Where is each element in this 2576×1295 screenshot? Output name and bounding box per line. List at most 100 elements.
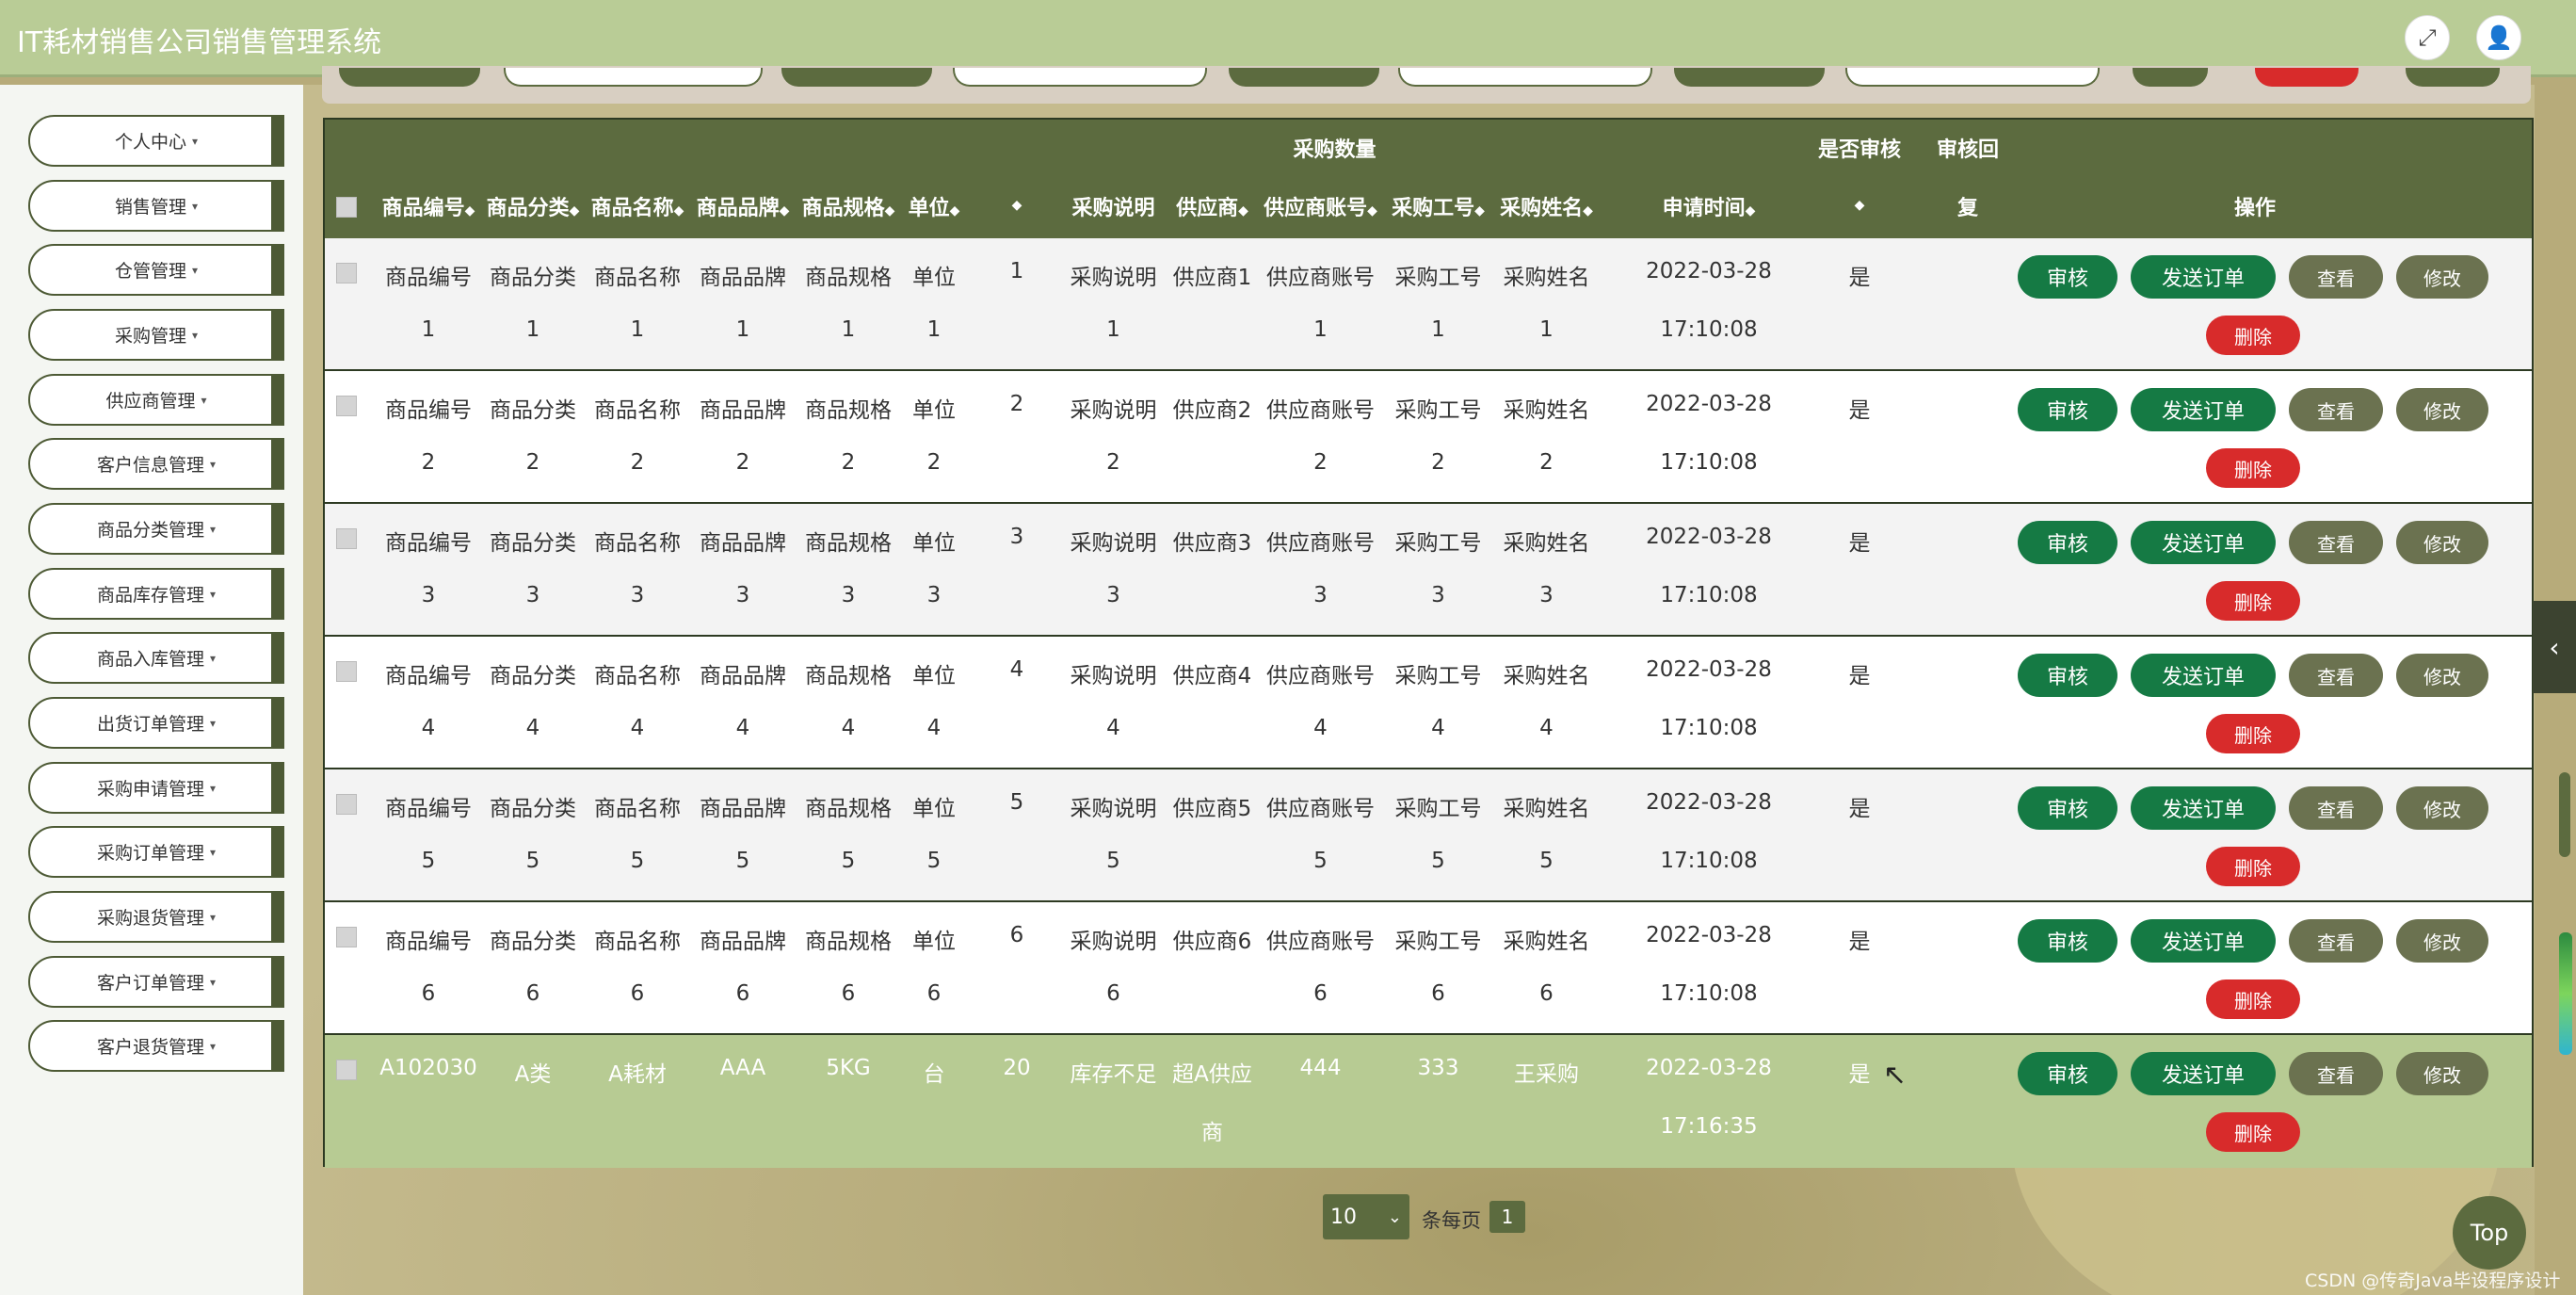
row-checkbox[interactable] — [336, 661, 357, 682]
row-checkbox[interactable] — [336, 396, 357, 416]
send-order-button[interactable]: 发送订单 — [2131, 654, 2276, 697]
sidebar-item-product-stock[interactable]: 商品库存管理 ▾ — [28, 568, 284, 620]
column-header-code[interactable]: 商品编号◆ — [376, 191, 481, 221]
send-order-button[interactable]: 发送订单 — [2131, 521, 2276, 564]
view-button[interactable]: 查看 — [2289, 255, 2383, 299]
cell-code: A102030 — [379, 1056, 477, 1080]
column-header-brand[interactable]: 商品品牌◆ — [690, 191, 796, 221]
sort-icon: ◆ — [1854, 198, 1865, 213]
audit-button[interactable]: 审核 — [2018, 919, 2117, 963]
sidebar-item-customer-orders[interactable]: 客户订单管理 ▾ — [28, 956, 284, 1008]
view-button[interactable]: 查看 — [2289, 919, 2383, 963]
edit-button[interactable]: 修改 — [2396, 521, 2488, 564]
audit-button[interactable]: 审核 — [2018, 786, 2117, 830]
edit-button[interactable]: 修改 — [2396, 919, 2488, 963]
send-order-button[interactable]: 发送订单 — [2131, 388, 2276, 431]
cell-desc: 3 — [1106, 583, 1120, 607]
batch-delete-button[interactable] — [2255, 68, 2359, 87]
search-input[interactable] — [1845, 68, 2100, 87]
column-header-supplier-account[interactable]: 供应商账号◆ — [1257, 191, 1384, 221]
sidebar-item-product-category[interactable]: 商品分类管理 ▾ — [28, 503, 284, 555]
add-button[interactable] — [2406, 68, 2500, 87]
back-to-top-button[interactable]: Top — [2453, 1196, 2526, 1270]
delete-button[interactable]: 删除 — [2206, 581, 2300, 621]
view-button[interactable]: 查看 — [2289, 388, 2383, 431]
send-order-button[interactable]: 发送订单 — [2131, 919, 2276, 963]
send-order-button[interactable]: 发送订单 — [2131, 255, 2276, 299]
sidebar-item-personal-center[interactable]: 个人中心 ▾ — [28, 115, 284, 167]
sidebar-item-purchase-orders[interactable]: 采购订单管理 ▾ — [28, 826, 284, 878]
send-order-button[interactable]: 发送订单 — [2131, 786, 2276, 830]
view-button[interactable]: 查看 — [2289, 654, 2383, 697]
column-header-staff-no[interactable]: 采购工号◆ — [1384, 191, 1492, 221]
cell-audited: 是 — [1848, 531, 1871, 556]
sidebar-item-shipment-orders[interactable]: 出货订单管理 ▾ — [28, 697, 284, 749]
chevron-down-icon: ▾ — [209, 522, 217, 536]
edit-button[interactable]: 修改 — [2396, 786, 2488, 830]
sidebar-item-product-inbound[interactable]: 商品入库管理 ▾ — [28, 632, 284, 684]
sidebar-item-sales[interactable]: 销售管理 ▾ — [28, 180, 284, 232]
sidebar-item-customer-info[interactable]: 客户信息管理 ▾ — [28, 438, 284, 490]
page-size-select[interactable]: 10 ⌄ — [1323, 1194, 1409, 1239]
view-button[interactable]: 查看 — [2289, 1052, 2383, 1095]
column-header-unit[interactable]: 单位◆ — [901, 191, 967, 221]
cell-code: 商品编号 — [385, 398, 472, 423]
sidebar-item-supplier[interactable]: 供应商管理 ▾ — [28, 374, 284, 426]
audit-button[interactable]: 审核 — [2018, 255, 2117, 299]
column-header-supplier[interactable]: 供应商◆ — [1167, 191, 1257, 221]
audit-button[interactable]: 审核 — [2018, 388, 2117, 431]
edit-button[interactable]: 修改 — [2396, 1052, 2488, 1095]
chevron-down-icon: ▾ — [201, 393, 207, 407]
row-checkbox[interactable] — [336, 927, 357, 947]
delete-button[interactable]: 删除 — [2206, 448, 2300, 488]
chevron-down-icon: ▾ — [209, 781, 217, 795]
fullscreen-button[interactable]: ⤢ — [2405, 15, 2450, 60]
column-header-actions: 操作 — [2233, 197, 2276, 220]
delete-button[interactable]: 删除 — [2206, 316, 2300, 355]
column-header-staff-name[interactable]: 采购姓名◆ — [1492, 191, 1601, 221]
delete-button[interactable]: 删除 — [2206, 714, 2300, 753]
send-order-button[interactable]: 发送订单 — [2131, 1052, 2276, 1095]
scrollbar-thumb[interactable] — [2559, 772, 2570, 857]
delete-button[interactable]: 删除 — [2206, 1112, 2300, 1152]
edit-button[interactable]: 修改 — [2396, 654, 2488, 697]
collapse-panel-button[interactable]: ‹ — [2533, 601, 2576, 693]
edit-button[interactable]: 修改 — [2396, 388, 2488, 431]
column-header-audited-sort[interactable]: ◆ — [1822, 191, 1897, 215]
column-header-category[interactable]: 商品分类◆ — [481, 191, 585, 221]
view-button[interactable]: 查看 — [2289, 521, 2383, 564]
cell-code: 商品编号 — [385, 266, 472, 290]
audit-button[interactable]: 审核 — [2018, 521, 2117, 564]
search-button[interactable] — [2133, 68, 2208, 87]
view-button[interactable]: 查看 — [2289, 786, 2383, 830]
sidebar-item-customer-returns[interactable]: 客户退货管理 ▾ — [28, 1020, 284, 1072]
row-checkbox[interactable] — [336, 1060, 357, 1080]
row-checkbox[interactable] — [336, 528, 357, 549]
search-input[interactable] — [504, 68, 763, 87]
cell-staff_no: 采购工号 — [1394, 664, 1482, 688]
search-input[interactable] — [953, 68, 1207, 87]
delete-button[interactable]: 删除 — [2206, 979, 2300, 1019]
user-button[interactable]: 👤 — [2476, 15, 2521, 60]
sidebar-item-purchase[interactable]: 采购管理 ▾ — [28, 309, 284, 361]
edit-button[interactable]: 修改 — [2396, 255, 2488, 299]
sidebar-item-warehouse[interactable]: 仓管管理 ▾ — [28, 244, 284, 296]
search-input[interactable] — [1398, 68, 1652, 87]
delete-button[interactable]: 删除 — [2206, 847, 2300, 886]
sidebar-item-purchase-request[interactable]: 采购申请管理 ▾ — [28, 762, 284, 814]
column-header-qty[interactable]: ◆ — [984, 191, 1050, 215]
sidebar-item-purchase-returns[interactable]: 采购退货管理 ▾ — [28, 891, 284, 943]
column-header-name[interactable]: 商品名称◆ — [585, 191, 690, 221]
row-checkbox[interactable] — [336, 794, 357, 815]
cell-apply-time: 17:10:08 — [1660, 981, 1758, 1006]
column-header-apply-time[interactable]: 申请时间◆ — [1624, 191, 1794, 221]
select-all-checkbox[interactable] — [336, 197, 357, 218]
cell-brand: 商品品牌 — [700, 398, 786, 423]
audit-button[interactable]: 审核 — [2018, 654, 2117, 697]
row-checkbox[interactable] — [336, 263, 357, 283]
column-header-label: 商品规格 — [801, 197, 885, 220]
column-header-spec[interactable]: 商品规格◆ — [796, 191, 901, 221]
audit-button[interactable]: 审核 — [2018, 1052, 2117, 1095]
page-number-current[interactable]: 1 — [1489, 1201, 1525, 1233]
column-header-label: 供应商 — [1176, 197, 1239, 220]
